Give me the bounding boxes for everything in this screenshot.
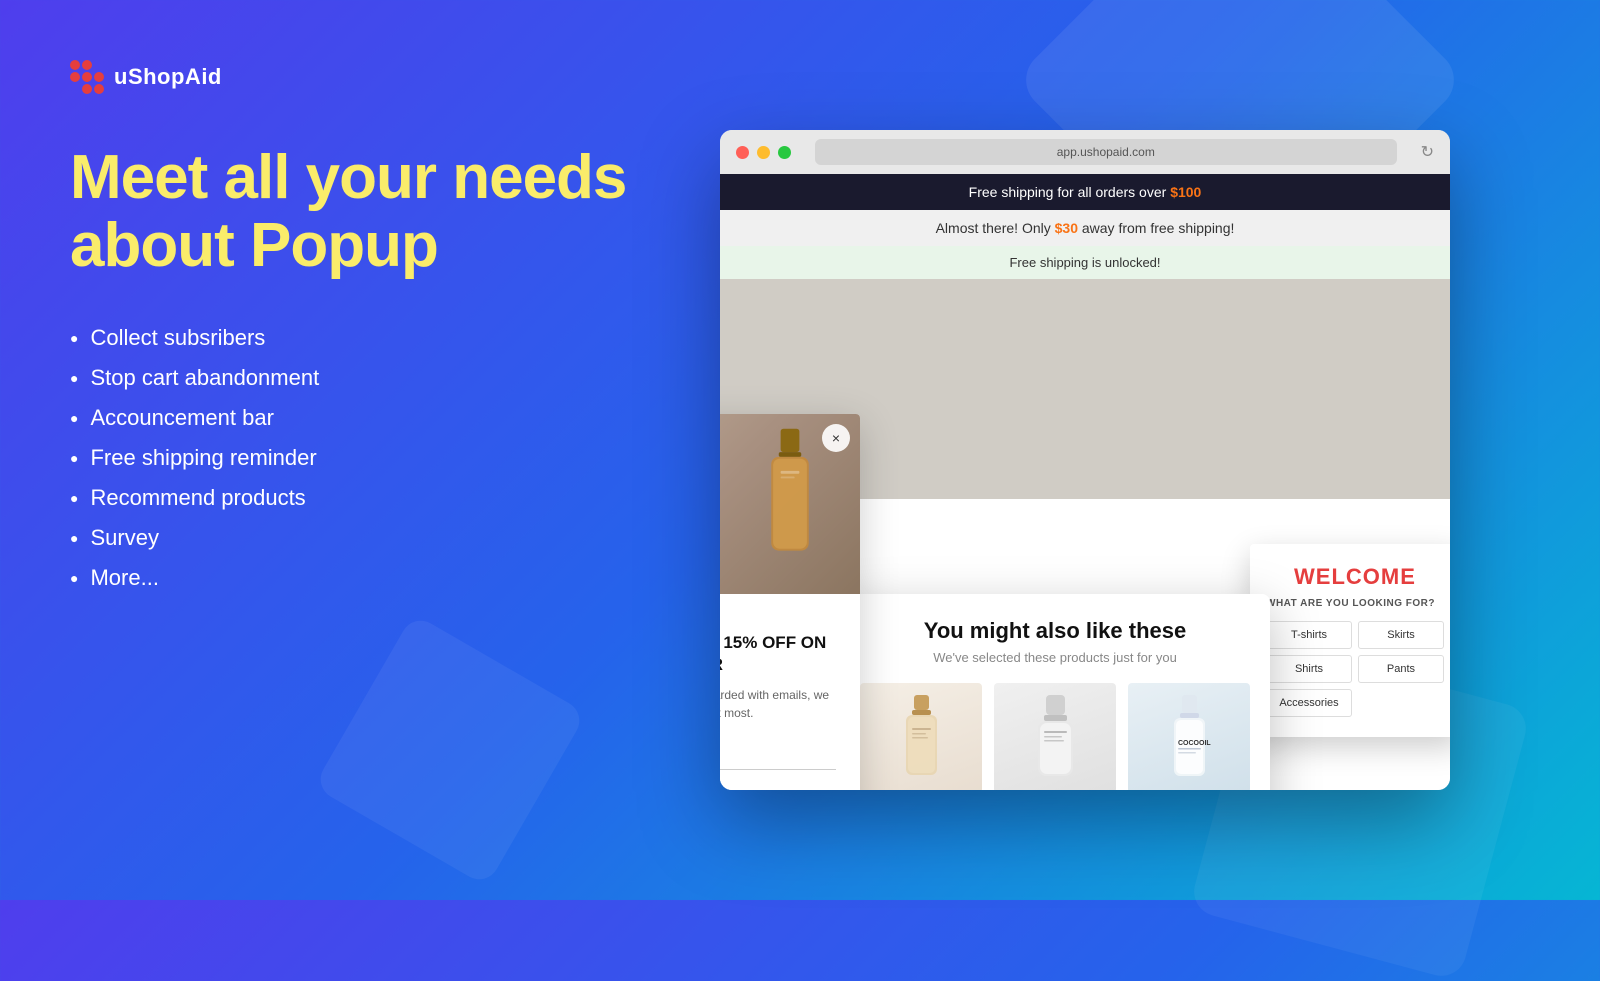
- brand-name: uShopAid: [114, 64, 222, 90]
- category-shirts[interactable]: Shirts: [1266, 655, 1352, 683]
- popup-close-btn[interactable]: ×: [822, 424, 850, 452]
- browser-window: app.ushopaid.com ↻ Free shipping for all…: [720, 130, 1450, 790]
- feature-item: Free shipping reminder: [70, 445, 650, 471]
- browser-address-bar[interactable]: app.ushopaid.com: [815, 139, 1397, 165]
- welcome-subtitle: WHAT ARE YOU LOOKING FOR?: [1266, 598, 1444, 609]
- product-card-essence: Essence $10 BUY NOW: [860, 683, 982, 790]
- feature-item: Collect subsribers: [70, 325, 650, 351]
- feature-item: More...: [70, 565, 650, 591]
- browser-content: Free shipping for all orders over $100 A…: [720, 174, 1450, 790]
- product-popup-title: You might also like these: [860, 618, 1250, 644]
- category-tshirts[interactable]: T-shirts: [1266, 621, 1352, 649]
- product-card-cream: COCOOIL Skin cream $10 BUY NOW: [1128, 683, 1250, 790]
- feature-item: Survey: [70, 525, 650, 551]
- category-skirts[interactable]: Skirts: [1358, 621, 1444, 649]
- bottle-illustration: [750, 424, 830, 574]
- popup-congrats-label: CONGRATS: [720, 614, 836, 626]
- popup-title: YOU'VE UNLOCKED 15% OFF ON YOUR FIRST OR…: [720, 632, 836, 676]
- shipping-progress-bar: Almost there! Only $30 away from free sh…: [720, 210, 1450, 246]
- welcome-title: WELCOME: [1266, 564, 1444, 590]
- headline-line1: Meet all your needs: [70, 143, 626, 212]
- feature-item: Recommend products: [70, 485, 650, 511]
- browser-maximize-btn[interactable]: [778, 146, 791, 159]
- announcement-bar: Free shipping for all orders over $100: [720, 174, 1450, 210]
- feature-item: Stop cart abandonment: [70, 365, 650, 391]
- headline-line2: about Popup: [70, 211, 438, 280]
- email-popup: × CONGRATS YOU'VE UNLOCKED 15% OFF ON YO…: [720, 414, 860, 790]
- category-accessories[interactable]: Accessories: [1266, 689, 1352, 717]
- unlocked-bar: Free shipping is unlocked!: [720, 246, 1450, 279]
- product-card-lotion: Lotion $10 BUY NOW: [994, 683, 1116, 790]
- browser-titlebar: app.ushopaid.com ↻: [720, 130, 1450, 174]
- welcome-popup: WELCOME WHAT ARE YOU LOOKING FOR? T-shir…: [1250, 544, 1450, 737]
- feature-item: Accouncement bar: [70, 405, 650, 431]
- email-input[interactable]: [720, 782, 836, 790]
- product-image-cream: COCOOIL: [1128, 683, 1250, 790]
- product-popup-subtitle: We've selected these products just for y…: [860, 650, 1250, 665]
- product-image-lotion: [994, 683, 1116, 790]
- first-name-input[interactable]: [720, 738, 836, 770]
- products-grid: Essence $10 BUY NOW: [860, 683, 1250, 790]
- cream-bottle-svg: COCOOIL: [1162, 693, 1217, 783]
- category-pants[interactable]: Pants: [1358, 655, 1444, 683]
- popup-body: CONGRATS YOU'VE UNLOCKED 15% OFF ON YOUR…: [720, 594, 860, 790]
- logo-area: uShopAid: [70, 60, 650, 94]
- shipping-amount: $30: [1055, 220, 1078, 236]
- logo-icon: [70, 60, 104, 94]
- popup-description: Don't worry about being bombarded with e…: [720, 686, 836, 722]
- svg-text:COCOOIL: COCOOIL: [1178, 740, 1211, 747]
- essence-bottle-svg: [894, 693, 949, 783]
- browser-minimize-btn[interactable]: [757, 146, 770, 159]
- left-panel: uShopAid Meet all your needs about Popup…: [0, 0, 720, 900]
- product-recommendation-popup: You might also like these We've selected…: [840, 594, 1270, 790]
- category-grid: T-shirts Skirts Shirts Pants Accessories: [1266, 621, 1444, 717]
- lotion-bottle-svg: [1028, 693, 1083, 783]
- product-image-essence: [860, 683, 982, 790]
- browser-close-btn[interactable]: [736, 146, 749, 159]
- browser-refresh-icon[interactable]: ↻: [1421, 142, 1434, 162]
- features-list: Collect subsribers Stop cart abandonment…: [70, 325, 650, 591]
- headline: Meet all your needs about Popup: [70, 144, 650, 280]
- announcement-highlight: $100: [1170, 184, 1201, 200]
